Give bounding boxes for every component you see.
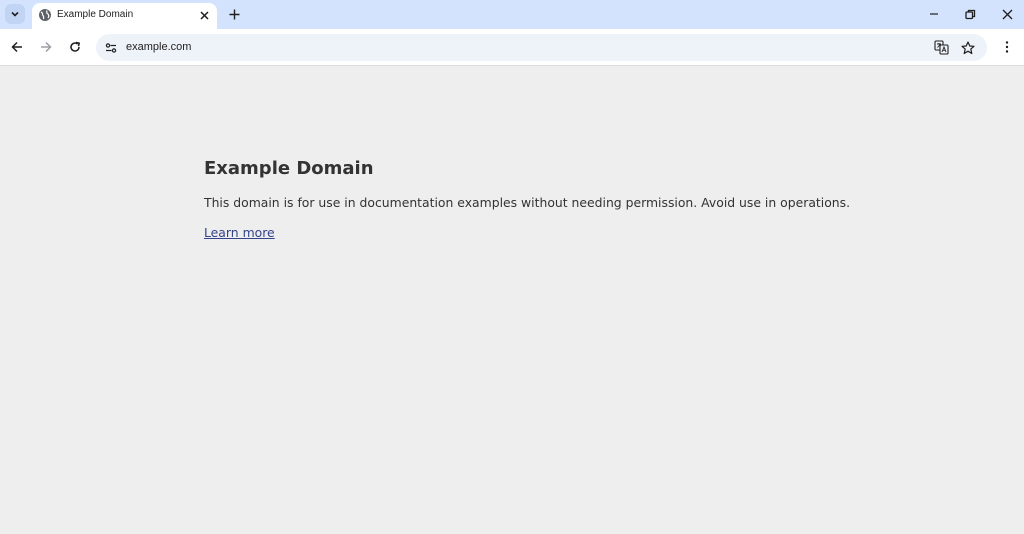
site-info-button[interactable] — [103, 40, 118, 55]
close-window-button[interactable] — [998, 5, 1016, 23]
plus-icon — [229, 9, 239, 19]
chevron-down-icon — [11, 11, 19, 17]
reload-icon — [70, 41, 81, 52]
reload-button[interactable] — [66, 38, 84, 56]
page-viewport: Example Domain This domain is for use in… — [0, 67, 1024, 534]
browser-toolbar: example.com — [0, 29, 1024, 66]
arrow-right-icon — [41, 41, 52, 53]
star-icon — [960, 40, 975, 54]
tab-search-button[interactable] — [5, 4, 25, 24]
url-text[interactable]: example.com — [126, 41, 191, 53]
page-description: This domain is for use in documentation … — [204, 195, 851, 210]
translate-icon — [934, 40, 949, 55]
learn-more-link[interactable]: Learn more — [204, 224, 275, 242]
minimize-icon — [930, 13, 938, 15]
close-icon — [1002, 9, 1012, 19]
tab-close-button[interactable] — [197, 8, 211, 22]
bookmark-button[interactable] — [959, 39, 976, 56]
restore-icon — [964, 9, 975, 19]
back-button[interactable] — [8, 38, 26, 56]
tab-title: Example Domain — [57, 9, 134, 20]
address-bar[interactable]: example.com — [96, 34, 987, 61]
browser-menu-button[interactable] — [998, 38, 1016, 56]
page-body: Example Domain This domain is for use in… — [204, 156, 851, 242]
tab-example-domain[interactable]: Example Domain — [32, 3, 217, 29]
translate-button[interactable] — [933, 39, 950, 56]
arrow-left-icon — [11, 41, 22, 53]
tune-icon — [105, 42, 116, 53]
tab-strip: Example Domain — [0, 0, 1024, 29]
minimize-button[interactable] — [925, 5, 943, 23]
forward-button[interactable] — [37, 38, 55, 56]
close-icon — [199, 10, 209, 20]
kebab-menu-icon — [1005, 41, 1009, 53]
restore-button[interactable] — [961, 5, 979, 23]
new-tab-button[interactable] — [225, 5, 243, 23]
globe-icon — [39, 9, 51, 21]
page-heading: Example Domain — [204, 158, 374, 179]
